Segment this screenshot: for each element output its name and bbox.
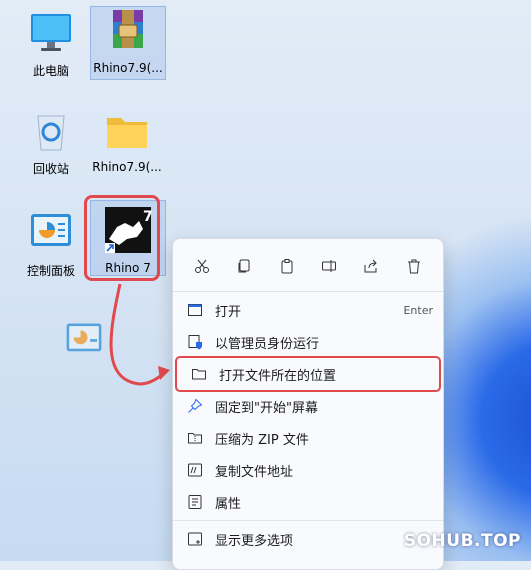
admin-shield-icon xyxy=(187,334,203,350)
menu-item-show-more-options[interactable]: 显示更多选项 xyxy=(173,523,443,555)
open-window-icon xyxy=(187,302,203,318)
cut-icon[interactable] xyxy=(189,253,215,279)
menu-item-label: 复制文件地址 xyxy=(215,464,294,480)
menu-item-label: 以管理员身份运行 xyxy=(215,336,320,352)
context-menu: 打开 Enter 以管理员身份运行 打开文件所在的位置 固定到"开始"屏幕 压缩… xyxy=(172,238,444,570)
menu-item-label: 打开文件所在的位置 xyxy=(219,368,337,384)
menu-item-label: 显示更多选项 xyxy=(215,533,294,549)
menu-item-run-as-admin[interactable]: 以管理员身份运行 xyxy=(173,326,443,358)
menu-item-copy-path[interactable]: 复制文件地址 xyxy=(173,454,443,486)
menu-item-shortcut: Enter xyxy=(403,303,433,317)
properties-icon xyxy=(187,494,203,510)
menu-item-label: 压缩为 ZIP 文件 xyxy=(215,432,309,448)
share-icon[interactable] xyxy=(358,253,384,279)
context-menu-divider xyxy=(173,520,443,521)
menu-item-open[interactable]: 打开 Enter xyxy=(173,294,443,326)
copy-path-icon xyxy=(187,462,203,478)
zip-folder-icon xyxy=(187,430,203,446)
menu-item-properties[interactable]: 属性 xyxy=(173,486,443,518)
menu-item-pin-to-start[interactable]: 固定到"开始"屏幕 xyxy=(173,390,443,422)
menu-item-label: 属性 xyxy=(215,496,242,512)
menu-item-compress-zip[interactable]: 压缩为 ZIP 文件 xyxy=(173,422,443,454)
context-menu-divider xyxy=(173,291,443,292)
menu-item-label: 打开 xyxy=(215,304,242,320)
copy-icon[interactable] xyxy=(231,253,257,279)
more-options-icon xyxy=(187,531,203,547)
paste-icon[interactable] xyxy=(274,253,300,279)
menu-item-open-file-location[interactable]: 打开文件所在的位置 xyxy=(175,356,441,392)
context-menu-toolbar xyxy=(173,239,443,289)
delete-icon[interactable] xyxy=(401,253,427,279)
pin-icon xyxy=(187,398,203,414)
folder-icon xyxy=(191,366,207,382)
menu-item-label: 固定到"开始"屏幕 xyxy=(215,400,318,416)
rename-icon[interactable] xyxy=(316,253,342,279)
watermark: SOHUB.TOP xyxy=(403,531,521,551)
